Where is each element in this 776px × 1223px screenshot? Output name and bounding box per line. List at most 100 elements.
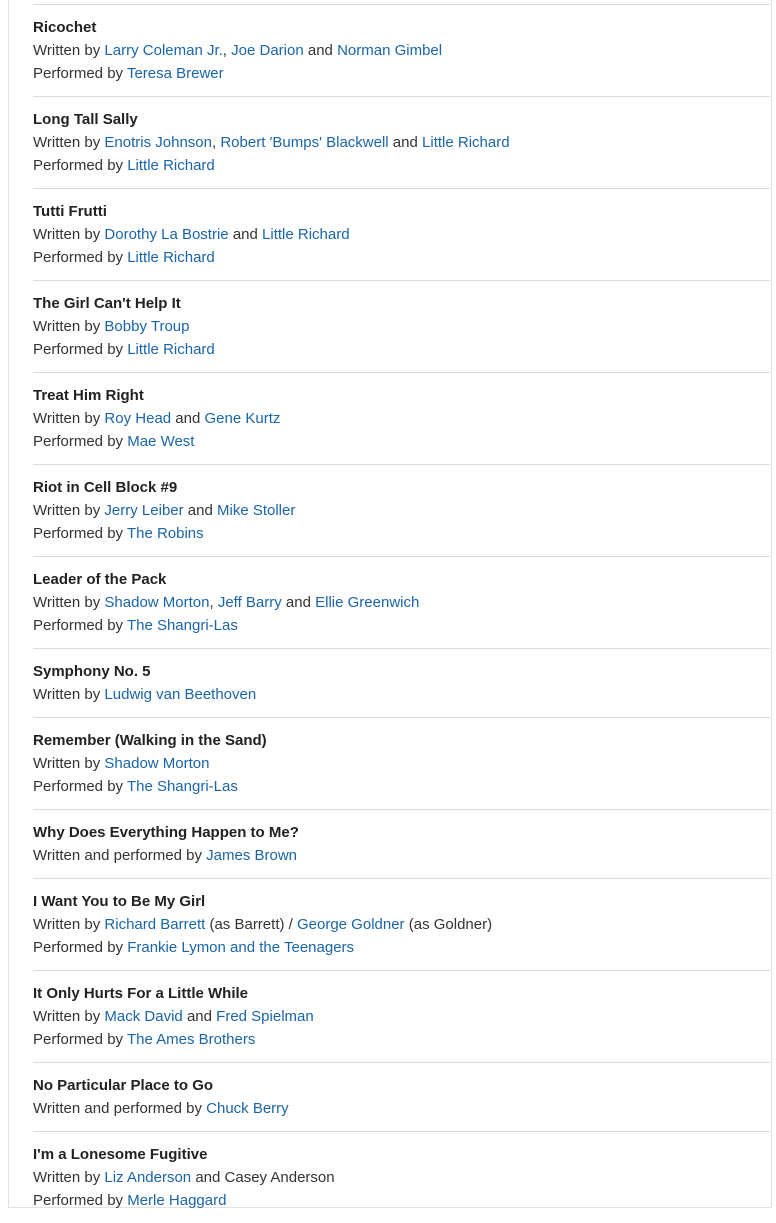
credit-text: , bbox=[222, 42, 232, 59]
credit-text: Written by bbox=[33, 594, 105, 611]
artist-link[interactable]: Jeff Barry bbox=[218, 594, 282, 611]
soundtrack-entry: Leader of the Pack Written by Shadow Mort… bbox=[33, 556, 770, 648]
artist-link[interactable]: Merle Haggard bbox=[127, 1192, 226, 1209]
soundtrack-panel: Ricochet Written by Larry Coleman Jr., Jo… bbox=[8, 0, 772, 1209]
artist-link[interactable]: Bobby Troup bbox=[104, 318, 189, 335]
song-title: It Only Hurts For a Little While bbox=[33, 985, 249, 1002]
song-title: I'm a Lonesome Fugitive bbox=[33, 1146, 208, 1163]
artist-link[interactable]: Frankie Lymon and the Teenagers bbox=[127, 939, 354, 956]
artist-link[interactable]: Larry Coleman Jr. bbox=[104, 42, 222, 59]
credit-text: Performed by bbox=[33, 249, 128, 266]
credit-text: Written by bbox=[33, 1169, 105, 1186]
credit-line-written: Written and performed by Chuck Berry bbox=[33, 1097, 770, 1120]
credit-line-written: Written by Larry Coleman Jr., Joe Darion… bbox=[33, 39, 770, 62]
credit-text: Written by bbox=[33, 134, 105, 151]
credit-text: Written by bbox=[33, 226, 105, 243]
artist-link[interactable]: Enotris Johnson bbox=[104, 134, 212, 151]
credit-line-written: Written by Liz Anderson and Casey Anders… bbox=[33, 1166, 770, 1189]
soundtrack-list: Ricochet Written by Larry Coleman Jr., Jo… bbox=[33, 4, 770, 1223]
credit-text: and bbox=[182, 1008, 217, 1025]
artist-link[interactable]: Gene Kurtz bbox=[205, 410, 281, 427]
credit-text: and bbox=[388, 134, 423, 151]
artist-link[interactable]: George Goldner bbox=[297, 916, 405, 933]
artist-link[interactable]: Mack David bbox=[104, 1008, 182, 1025]
credit-line-performed: Performed by Frankie Lymon and the Teena… bbox=[33, 936, 770, 959]
artist-link[interactable]: Joe Darion bbox=[231, 42, 304, 59]
credit-text: Performed by bbox=[33, 525, 127, 542]
artist-link[interactable]: Liz Anderson bbox=[104, 1169, 191, 1186]
artist-link[interactable]: Jerry Leiber bbox=[104, 502, 183, 519]
soundtrack-entry: The Girl Can't Help It Written by Bobby T… bbox=[33, 280, 770, 372]
credit-line-performed: Performed by The Shangri-Las bbox=[33, 775, 770, 798]
credit-line-performed: Performed by The Ames Brothers bbox=[33, 1028, 770, 1051]
soundtrack-entry: I'm a Lonesome Fugitive Written by Liz An… bbox=[33, 1131, 770, 1223]
artist-link[interactable]: The Shangri-Las bbox=[127, 778, 238, 795]
credit-text: Performed by bbox=[33, 617, 127, 634]
soundtrack-entry: Ricochet Written by Larry Coleman Jr., Jo… bbox=[33, 4, 770, 96]
credit-text: Written by bbox=[33, 1008, 105, 1025]
artist-link[interactable]: Little Richard bbox=[127, 341, 215, 358]
soundtrack-entry: It Only Hurts For a Little While Written … bbox=[33, 970, 770, 1062]
artist-link[interactable]: Teresa Brewer bbox=[127, 65, 224, 82]
song-title: The Girl Can't Help It bbox=[33, 295, 181, 312]
artist-link[interactable]: Shadow Morton bbox=[104, 755, 209, 772]
artist-link[interactable]: Mae West bbox=[127, 433, 194, 450]
credit-line-written: Written by Jerry Leiber and Mike Stoller bbox=[33, 499, 770, 522]
credit-line-performed: Performed by Mae West bbox=[33, 430, 770, 453]
artist-link[interactable]: Little Richard bbox=[127, 249, 215, 266]
artist-link[interactable]: Norman Gimbel bbox=[337, 42, 442, 59]
artist-link[interactable]: Mike Stoller bbox=[217, 502, 295, 519]
artist-link[interactable]: Shadow Morton bbox=[104, 594, 209, 611]
soundtrack-entry: No Particular Place to Go Written and per… bbox=[33, 1062, 770, 1131]
artist-link[interactable]: Chuck Berry bbox=[206, 1100, 289, 1117]
credit-line-written: Written by Roy Head and Gene Kurtz bbox=[33, 407, 770, 430]
artist-link[interactable]: Robert 'Bumps' Blackwell bbox=[220, 134, 388, 151]
artist-link[interactable]: James Brown bbox=[206, 847, 297, 864]
credit-line-written: Written by Enotris Johnson, Robert 'Bump… bbox=[33, 131, 770, 154]
song-title: Long Tall Sally bbox=[33, 111, 138, 128]
artist-link[interactable]: Fred Spielman bbox=[216, 1008, 314, 1025]
credit-line-written: Written by Ludwig van Beethoven bbox=[33, 683, 770, 706]
artist-link[interactable]: Richard Barrett bbox=[104, 916, 205, 933]
artist-link[interactable]: Little Richard bbox=[422, 134, 510, 151]
credit-text: and bbox=[171, 410, 205, 427]
credit-line-performed: Performed by The Shangri-Las bbox=[33, 614, 770, 637]
artist-link[interactable]: The Robins bbox=[127, 525, 204, 542]
soundtrack-entry: Remember (Walking in the Sand) Written by… bbox=[33, 717, 770, 809]
song-title: Treat Him Right bbox=[33, 387, 144, 404]
song-title: Why Does Everything Happen to Me? bbox=[33, 824, 299, 841]
song-title: Ricochet bbox=[33, 19, 97, 36]
credit-line-performed: Performed by Merle Haggard bbox=[33, 1189, 770, 1212]
artist-link[interactable]: The Ames Brothers bbox=[127, 1031, 255, 1048]
soundtrack-entry: Long Tall Sally Written by Enotris Johnso… bbox=[33, 96, 770, 188]
credit-text: Written and performed by bbox=[33, 1100, 207, 1117]
credit-line-written: Written by Dorothy La Bostrie and Little… bbox=[33, 223, 770, 246]
artist-link[interactable]: Ellie Greenwich bbox=[315, 594, 419, 611]
artist-link[interactable]: Ludwig van Beethoven bbox=[104, 686, 256, 703]
artist-link[interactable]: Dorothy La Bostrie bbox=[104, 226, 228, 243]
credit-text: and bbox=[281, 594, 316, 611]
song-title: Riot in Cell Block #9 bbox=[33, 479, 178, 496]
credit-text: Written by bbox=[33, 755, 105, 772]
credit-text: Performed by bbox=[33, 341, 128, 358]
credit-text: Written by bbox=[33, 502, 105, 519]
song-title: Leader of the Pack bbox=[33, 571, 167, 588]
credit-text: Performed by bbox=[33, 1192, 128, 1209]
credit-text: Performed by bbox=[33, 65, 127, 82]
artist-link[interactable]: Little Richard bbox=[262, 226, 350, 243]
credit-text: Written and performed by bbox=[33, 847, 207, 864]
soundtrack-entry: Treat Him Right Written by Roy Head and G… bbox=[33, 372, 770, 464]
soundtrack-entry: I Want You to Be My Girl Written by Richa… bbox=[33, 878, 770, 970]
artist-link[interactable]: Little Richard bbox=[127, 157, 215, 174]
soundtrack-entry: Riot in Cell Block #9 Written by Jerry Le… bbox=[33, 464, 770, 556]
credit-line-performed: Performed by Little Richard bbox=[33, 246, 770, 269]
credit-line-written: Written and performed by James Brown bbox=[33, 844, 770, 867]
credit-text: (as Barrett) / bbox=[205, 916, 297, 933]
credit-line-performed: Performed by The Robins bbox=[33, 522, 770, 545]
credit-text: and bbox=[303, 42, 338, 59]
artist-link[interactable]: The Shangri-Las bbox=[127, 617, 238, 634]
credit-line-written: Written by Bobby Troup bbox=[33, 315, 770, 338]
artist-link[interactable]: Roy Head bbox=[104, 410, 171, 427]
soundtrack-entry: Why Does Everything Happen to Me? Written… bbox=[33, 809, 770, 878]
credit-text: Written by bbox=[33, 42, 105, 59]
